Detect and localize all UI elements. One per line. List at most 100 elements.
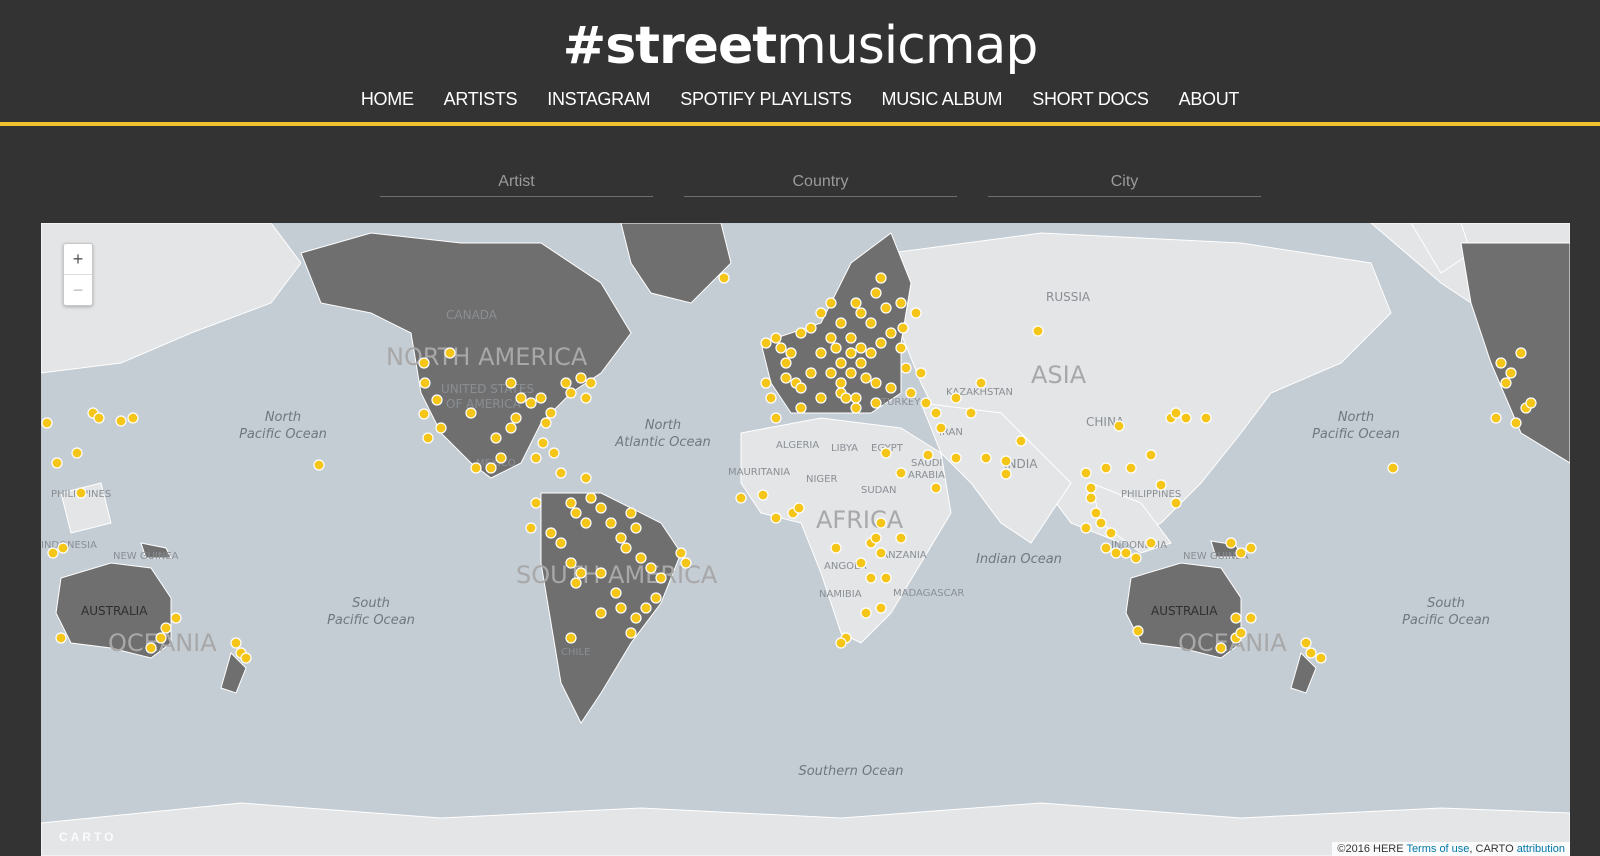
artist-marker[interactable] — [1225, 537, 1237, 549]
artist-marker[interactable] — [565, 557, 577, 569]
site-logo[interactable]: #streetmusicmap — [0, 14, 1600, 78]
artist-marker[interactable] — [630, 522, 642, 534]
artist-marker[interactable] — [510, 412, 522, 424]
artist-marker[interactable] — [1100, 542, 1112, 554]
artist-marker[interactable] — [444, 347, 456, 359]
artist-marker[interactable] — [1015, 435, 1027, 447]
artist-marker[interactable] — [1132, 625, 1144, 637]
artist-marker[interactable] — [115, 415, 127, 427]
artist-marker[interactable] — [815, 347, 827, 359]
artist-marker[interactable] — [160, 622, 172, 634]
artist-marker[interactable] — [570, 507, 582, 519]
artist-marker[interactable] — [895, 342, 907, 354]
artist-marker[interactable] — [880, 302, 892, 314]
artist-marker[interactable] — [885, 382, 897, 394]
terms-of-use-link[interactable]: Terms of use — [1406, 843, 1469, 855]
artist-marker[interactable] — [1200, 412, 1212, 424]
artist-marker[interactable] — [930, 482, 942, 494]
artist-marker[interactable] — [975, 377, 987, 389]
artist-marker[interactable] — [555, 537, 567, 549]
nav-spotify-playlists[interactable]: SPOTIFY PLAYLISTS — [680, 86, 852, 112]
artist-marker[interactable] — [1305, 647, 1317, 659]
artist-marker[interactable] — [1490, 412, 1502, 424]
artist-marker[interactable] — [1215, 642, 1227, 654]
artist-marker[interactable] — [1525, 397, 1537, 409]
artist-marker[interactable] — [855, 357, 867, 369]
artist-marker[interactable] — [1500, 377, 1512, 389]
artist-marker[interactable] — [770, 412, 782, 424]
artist-marker[interactable] — [870, 397, 882, 409]
artist-marker[interactable] — [855, 307, 867, 319]
artist-marker[interactable] — [635, 552, 647, 564]
artist-marker[interactable] — [1170, 407, 1182, 419]
artist-marker[interactable] — [485, 462, 497, 474]
artist-marker[interactable] — [545, 527, 557, 539]
artist-marker[interactable] — [645, 562, 657, 574]
artist-marker[interactable] — [815, 307, 827, 319]
zoom-out-button[interactable]: − — [64, 275, 92, 305]
artist-marker[interactable] — [900, 362, 912, 374]
artist-marker[interactable] — [605, 517, 617, 529]
artist-marker[interactable] — [840, 392, 852, 404]
artist-marker[interactable] — [545, 407, 557, 419]
artist-marker[interactable] — [760, 377, 772, 389]
artist-marker[interactable] — [980, 452, 992, 464]
artist-marker[interactable] — [575, 567, 587, 579]
artist-marker[interactable] — [870, 532, 882, 544]
artist-marker[interactable] — [1000, 455, 1012, 467]
artist-marker[interactable] — [515, 392, 527, 404]
artist-marker[interactable] — [565, 632, 577, 644]
artist-marker[interactable] — [418, 357, 430, 369]
artist-marker[interactable] — [565, 497, 577, 509]
artist-marker[interactable] — [93, 412, 105, 424]
artist-marker[interactable] — [435, 422, 447, 434]
artist-marker[interactable] — [793, 502, 805, 514]
artist-marker[interactable] — [885, 327, 897, 339]
artist-marker[interactable] — [860, 607, 872, 619]
artist-marker[interactable] — [897, 322, 909, 334]
artist-marker[interactable] — [585, 492, 597, 504]
artist-marker[interactable] — [718, 272, 730, 284]
artist-marker[interactable] — [865, 347, 877, 359]
artist-marker[interactable] — [540, 417, 552, 429]
artist-marker[interactable] — [1080, 522, 1092, 534]
artist-marker[interactable] — [655, 572, 667, 584]
artist-marker[interactable] — [580, 472, 592, 484]
artist-marker[interactable] — [795, 327, 807, 339]
artist-marker[interactable] — [680, 557, 692, 569]
artist-filter-input[interactable] — [380, 168, 653, 197]
artist-marker[interactable] — [845, 332, 857, 344]
artist-marker[interactable] — [525, 522, 537, 534]
artist-marker[interactable] — [1387, 462, 1399, 474]
artist-marker[interactable] — [1180, 412, 1192, 424]
artist-marker[interactable] — [240, 652, 252, 664]
artist-marker[interactable] — [1145, 537, 1157, 549]
artist-marker[interactable] — [1085, 482, 1097, 494]
artist-marker[interactable] — [465, 407, 477, 419]
nav-instagram[interactable]: INSTAGRAM — [547, 86, 650, 112]
artist-marker[interactable] — [615, 532, 627, 544]
artist-marker[interactable] — [1515, 347, 1527, 359]
artist-marker[interactable] — [490, 432, 502, 444]
attribution-link[interactable]: attribution — [1517, 843, 1565, 855]
artist-marker[interactable] — [805, 322, 817, 334]
artist-marker[interactable] — [1105, 527, 1117, 539]
artist-marker[interactable] — [845, 347, 857, 359]
artist-marker[interactable] — [620, 542, 632, 554]
artist-marker[interactable] — [170, 612, 182, 624]
artist-marker[interactable] — [1090, 507, 1102, 519]
artist-marker[interactable] — [875, 517, 887, 529]
artist-marker[interactable] — [780, 372, 792, 384]
artist-marker[interactable] — [1235, 627, 1247, 639]
artist-marker[interactable] — [850, 297, 862, 309]
artist-marker[interactable] — [935, 422, 947, 434]
artist-marker[interactable] — [950, 452, 962, 464]
artist-marker[interactable] — [575, 372, 587, 384]
artist-marker[interactable] — [1110, 547, 1122, 559]
artist-marker[interactable] — [1245, 612, 1257, 624]
artist-marker[interactable] — [880, 572, 892, 584]
artist-marker[interactable] — [830, 542, 842, 554]
nav-artists[interactable]: ARTISTS — [444, 86, 518, 112]
artist-marker[interactable] — [775, 342, 787, 354]
city-filter-input[interactable] — [988, 168, 1261, 197]
